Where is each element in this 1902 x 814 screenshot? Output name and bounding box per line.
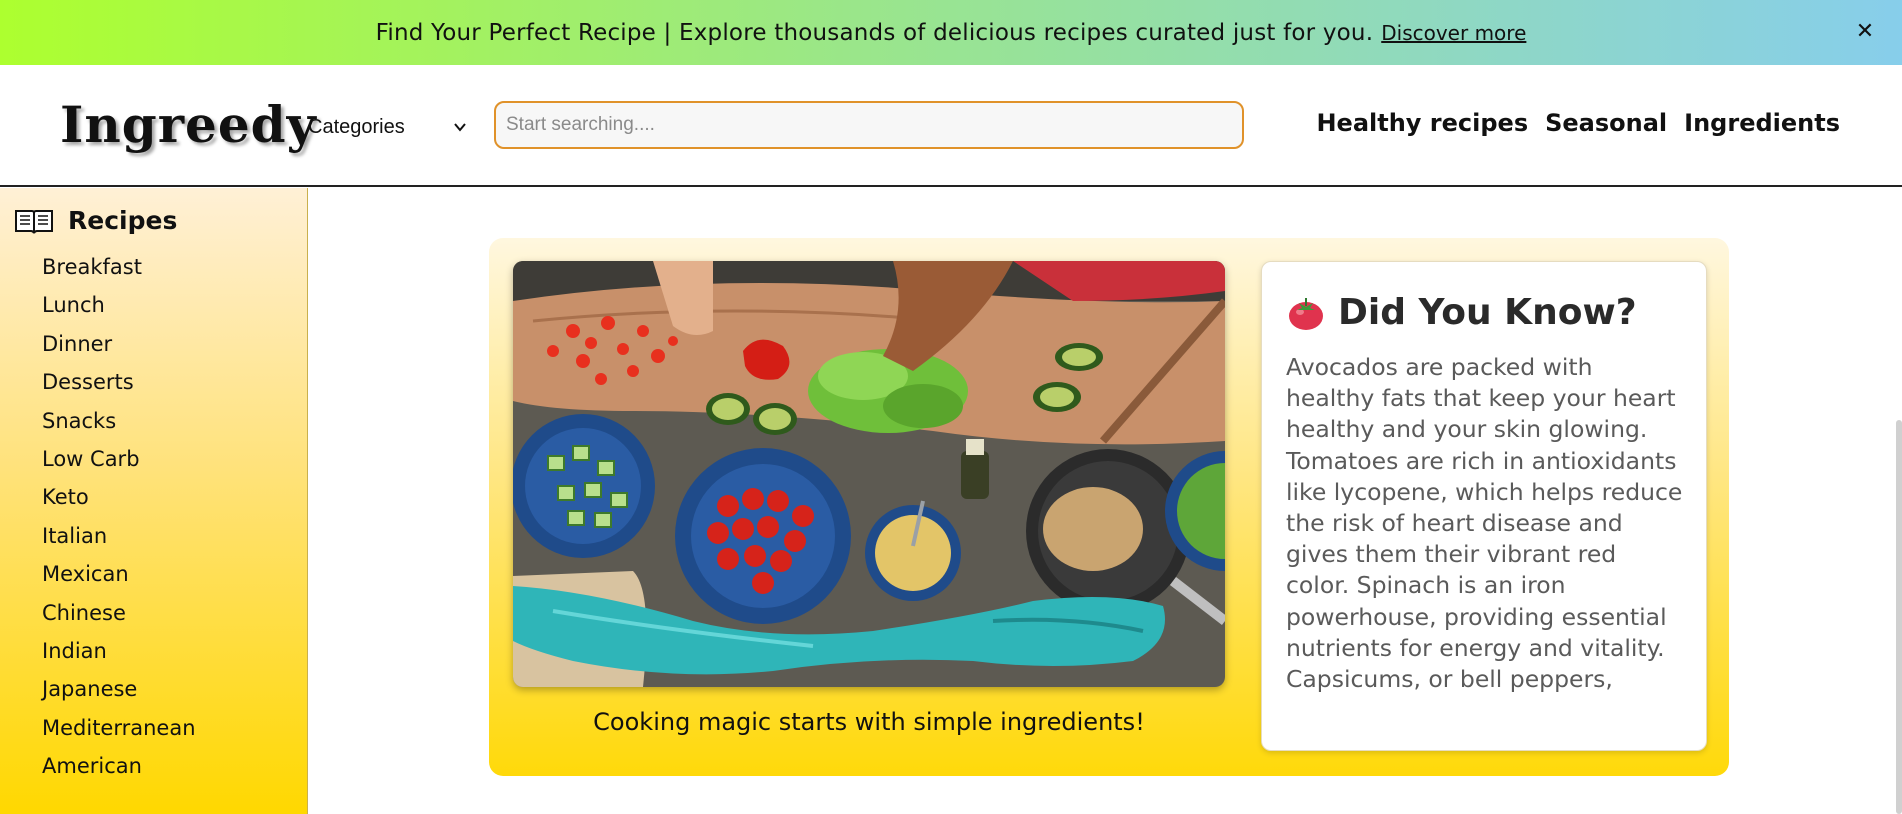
photo-caption: Cooking magic starts with simple ingredi… [593,708,1145,736]
sidebar-item-desserts[interactable]: Desserts [42,363,196,401]
fact-title: Did You Know? [1338,292,1637,333]
discover-more-link[interactable]: Discover more [1381,21,1526,45]
search-input[interactable] [494,101,1244,149]
categories-label: Categories [308,115,405,138]
site-header: Ingreedy Categories Healthy recipes Seas… [0,65,1902,187]
sidebar-item-indian[interactable]: Indian [42,632,196,670]
close-icon[interactable]: ✕ [1848,14,1882,48]
banner-text: Find Your Perfect Recipe | Explore thous… [375,19,1374,46]
nav-seasonal[interactable]: Seasonal [1545,109,1667,137]
hero-panel: Cooking magic starts with simple ingredi… [489,238,1729,776]
sidebar-item-lunch[interactable]: Lunch [42,286,196,324]
fact-text: Avocados are packed with healthy fats th… [1286,353,1683,694]
categories-dropdown[interactable]: Categories [300,109,475,145]
nav-healthy-recipes[interactable]: Healthy recipes [1316,109,1528,137]
sidebar-item-low-carb[interactable]: Low Carb [42,440,196,478]
sidebar-item-snacks[interactable]: Snacks [42,402,196,440]
ingredients-photo [513,261,1225,687]
sidebar-list: Breakfast Lunch Dinner Desserts Snacks L… [42,248,196,785]
sidebar-item-dinner[interactable]: Dinner [42,325,196,363]
sidebar-item-japanese[interactable]: Japanese [42,670,196,708]
open-book-icon [15,209,53,233]
site-logo[interactable]: Ingreedy [60,95,317,154]
did-you-know-card: Did You Know? Avocados are packed with h… [1261,261,1707,751]
sidebar-header: Recipes [14,206,177,235]
ingredients-illustration [513,261,1225,687]
sidebar-item-italian[interactable]: Italian [42,517,196,555]
fact-header: Did You Know? [1286,292,1637,333]
sidebar-item-chinese[interactable]: Chinese [42,594,196,632]
nav-ingredients[interactable]: Ingredients [1684,109,1840,137]
recipes-sidebar: Recipes Breakfast Lunch Dinner Desserts … [0,188,308,814]
sidebar-item-american[interactable]: American [42,747,196,785]
chevron-down-icon [454,123,466,132]
sidebar-item-mediterranean[interactable]: Mediterranean [42,709,196,747]
sidebar-item-mexican[interactable]: Mexican [42,555,196,593]
sidebar-title: Recipes [68,206,178,235]
tomato-icon [1289,297,1323,330]
sidebar-item-breakfast[interactable]: Breakfast [42,248,196,286]
sidebar-item-keto[interactable]: Keto [42,478,196,516]
promo-banner: Find Your Perfect Recipe | Explore thous… [0,0,1902,65]
main-nav: Healthy recipes Seasonal Ingredients [1316,109,1840,137]
page-scrollbar[interactable] [1896,420,1902,814]
